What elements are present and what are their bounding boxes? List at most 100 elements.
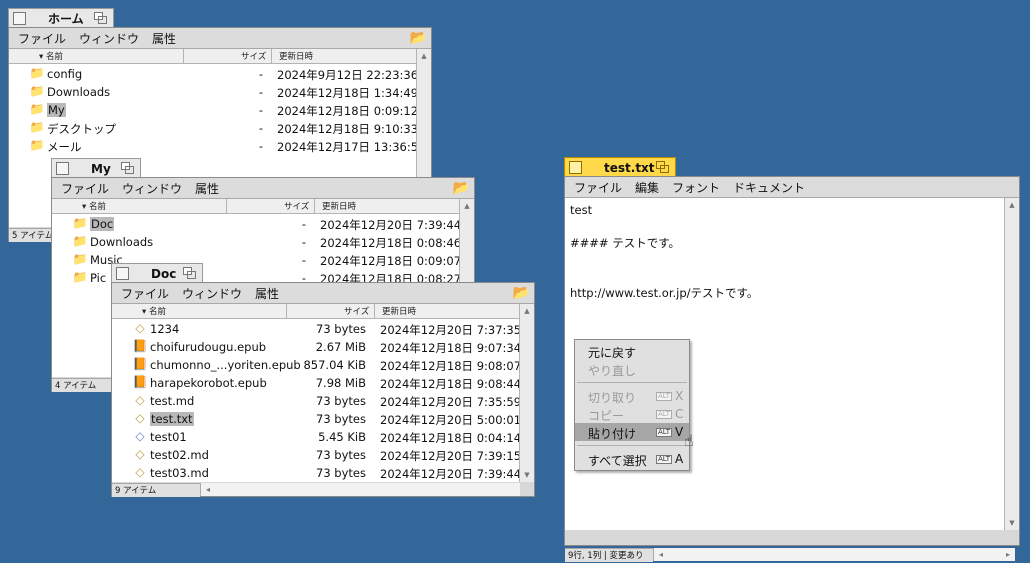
column-modified[interactable]: 更新日時 (322, 200, 356, 212)
menu-attributes[interactable]: 属性 (195, 180, 219, 197)
menu-font[interactable]: フォント (672, 179, 720, 196)
table-row[interactable]: 📁 Downloads -2024年12月18日 0:08:46 (52, 233, 462, 251)
menu-file[interactable]: ファイル (61, 180, 109, 197)
table-row[interactable]: 📁 My -2024年12月18日 0:09:12 (9, 101, 419, 119)
tracker-icon[interactable]: 📂 (453, 180, 470, 196)
home-window-tab[interactable]: ホーム (8, 8, 114, 28)
doc-window-tab[interactable]: Doc (111, 263, 203, 283)
file-modified: 2024年12月20日 7:39:15 (380, 449, 522, 463)
window-title: ホーム (48, 12, 84, 26)
table-row[interactable]: 📁 Downloads -2024年12月18日 1:34:49 (9, 83, 419, 101)
menu-attributes[interactable]: 属性 (152, 30, 176, 47)
my-window-tab[interactable]: My (51, 158, 141, 178)
doc-window[interactable]: Doc ファイル ウィンドウ 属性 📂 ▾ 名前 サイズ 更新日時 ◇ 1234 7… (111, 263, 535, 497)
tracker-icon[interactable]: 📂 (513, 285, 530, 301)
editor-menubar: ファイル 編集 フォント ドキュメント (565, 177, 1019, 198)
file-size: 7.98 MiB (315, 376, 366, 390)
mail-folder-icon: 📁 (29, 138, 45, 152)
close-box[interactable] (56, 162, 69, 175)
menu-window[interactable]: ウィンドウ (182, 285, 242, 302)
menu-file[interactable]: ファイル (574, 179, 622, 196)
column-name[interactable]: ▾ 名前 (82, 200, 106, 212)
folder-icon: 📁 (29, 84, 45, 98)
menu-document[interactable]: ドキュメント (733, 179, 805, 196)
file-size: 73 bytes (316, 322, 366, 336)
close-box[interactable] (116, 267, 129, 280)
column-size[interactable]: サイズ (284, 200, 309, 212)
column-size[interactable]: サイズ (241, 50, 266, 62)
vertical-scrollbar[interactable]: ▲ ▼ (1004, 198, 1019, 530)
doc-file-list[interactable]: ▾ 名前 サイズ 更新日時 ◇ 1234 73 bytes 2024年12月20日 7… (112, 304, 534, 482)
menu-item-select-all[interactable]: すべて選択 ALT A (575, 450, 689, 468)
table-row[interactable]: 📙 chumonno_...yoriten.epub 857.04 KiB 2024年… (112, 356, 522, 374)
desktop-folder-icon: 📁 (29, 120, 45, 134)
context-menu[interactable]: 元に戻す やり直し 切り取り ALT X コピー ALT C 貼り付け ALT … (574, 339, 690, 471)
zoom-icon[interactable] (656, 161, 669, 173)
file-modified: 2024年12月18日 0:04:14 (380, 431, 522, 445)
menu-item-undo[interactable]: 元に戻す (575, 342, 689, 360)
menu-item-paste[interactable]: 貼り付け ALT V (575, 423, 689, 441)
table-row[interactable]: ◇ test01 5.45 KiB 2024年12月18日 0:04:14 (112, 428, 522, 446)
file-size: 5.45 KiB (318, 430, 366, 444)
horizontal-scrollbar[interactable]: ◂ ▸ (653, 548, 1015, 561)
zoom-icon[interactable] (183, 267, 196, 279)
table-row[interactable]: 📁 メール -2024年12月17日 13:36:57 (9, 137, 426, 155)
table-row[interactable]: 📙 choifurudougu.epub 2.67 MiB 2024年12月18日 9… (112, 338, 522, 356)
file-modified: 2024年12月20日 7:35:59 (380, 395, 522, 409)
window-title: My (91, 161, 111, 176)
editor-window-tab[interactable]: test.txt (564, 157, 676, 177)
file-name: test01 (150, 430, 187, 444)
menu-attributes[interactable]: 属性 (255, 285, 279, 302)
table-row[interactable]: 📁 デスクトップ -2024年12月18日 9:10:33 (9, 119, 419, 137)
file-modified: 2024年12月18日 0:09:12 (277, 104, 419, 118)
table-row[interactable]: ◇ test.txt 73 bytes 2024年12月20日 5:00:01 (112, 410, 522, 428)
table-row[interactable]: ◇ test02.md 73 bytes 2024年12月20日 7:39:15 (112, 446, 522, 464)
file-size: - (258, 85, 263, 99)
file-name: choifurudougu.epub (150, 340, 267, 354)
table-row[interactable]: 📁 Doc -2024年12月20日 7:39:44 (52, 215, 462, 233)
file-size: - (258, 139, 263, 153)
file-modified: 2024年12月18日 9:10:33 (277, 122, 419, 136)
column-modified[interactable]: 更新日時 (279, 50, 313, 62)
column-size[interactable]: サイズ (344, 305, 369, 317)
file-size: 73 bytes (316, 412, 366, 426)
text-line: http://www.test.or.jp/テストです。 (570, 285, 759, 300)
menu-edit[interactable]: 編集 (635, 179, 659, 196)
table-row[interactable]: ◇ test03.md 73 bytes 2024年12月20日 7:39:44 (112, 464, 522, 482)
alt-key-icon: ALT (656, 410, 673, 419)
folder-icon: 📁 (72, 216, 88, 230)
alt-key-icon: ALT (656, 392, 673, 401)
tracker-icon[interactable]: 📂 (410, 30, 427, 46)
text-file-icon: ◇ (135, 321, 145, 335)
zoom-icon[interactable] (121, 162, 134, 174)
table-row[interactable]: ◇ 1234 73 bytes 2024年12月20日 7:37:35 (112, 320, 522, 338)
menu-file[interactable]: ファイル (121, 285, 169, 302)
column-name[interactable]: ▾ 名前 (39, 50, 63, 62)
text-line: test (570, 203, 593, 217)
table-row[interactable]: 📁 config -2024年9月12日 22:23:36 (9, 65, 419, 83)
table-row[interactable]: ◇ test.md 73 bytes 2024年12月20日 7:35:59 (112, 392, 522, 410)
epub-icon: 📙 (132, 339, 148, 353)
folder-icon: 📁 (72, 252, 88, 266)
menu-window[interactable]: ウィンドウ (122, 180, 182, 197)
column-name[interactable]: ▾ 名前 (142, 305, 166, 317)
doc-window-frame: ファイル ウィンドウ 属性 📂 ▾ 名前 サイズ 更新日時 ◇ 1234 73 by… (111, 282, 535, 497)
menu-file[interactable]: ファイル (18, 30, 66, 47)
file-modified: 2024年12月18日 9:08:44 (380, 377, 522, 391)
horizontal-scrollbar[interactable]: ◂ (200, 483, 520, 496)
file-name: test.md (150, 394, 195, 408)
file-size: - (258, 103, 263, 117)
close-box[interactable] (569, 161, 582, 174)
table-row[interactable]: 📙 harapekorobot.epub 7.98 MiB 2024年12月18日 9… (112, 374, 522, 392)
file-name: Doc (90, 217, 115, 231)
status-bar: 4 アイテム (52, 378, 112, 392)
menu-item-redo: やり直し (588, 364, 637, 378)
zoom-icon[interactable] (94, 12, 107, 24)
column-modified[interactable]: 更新日時 (382, 305, 416, 317)
close-box[interactable] (13, 12, 26, 25)
folder-icon: 📁 (72, 270, 88, 284)
file-name: chumonno_...yoriten.epub (150, 358, 301, 372)
menu-window[interactable]: ウィンドウ (79, 30, 139, 47)
vertical-scrollbar[interactable]: ▲ ▼ (519, 304, 534, 482)
status-bar: 9 アイテム (112, 483, 200, 497)
